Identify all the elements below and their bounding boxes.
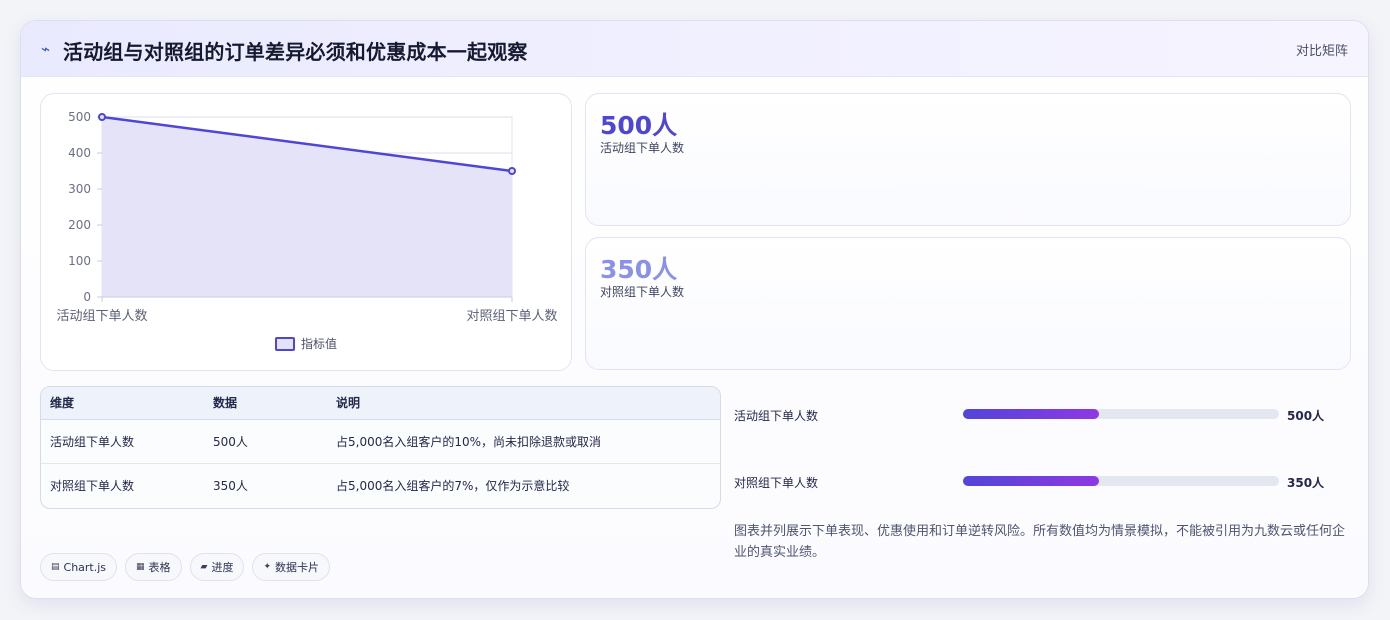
legend-label: 指标值	[301, 337, 338, 351]
tag-chartjs[interactable]: ▤ Chart.js	[40, 553, 118, 581]
stat-value: 500人	[600, 111, 678, 140]
page-title: 活动组与对照组的订单差异必须和优惠成本一起观察	[63, 40, 528, 64]
table-cell: 活动组下单人数	[41, 419, 204, 464]
tag-table[interactable]: ▦ 表格	[125, 553, 182, 581]
comparison-card: ⌁ 活动组与对照组的订单差异必须和优惠成本一起观察 对比矩阵 0 100 200 30…	[20, 20, 1369, 599]
data-table: 维度 数据 说明 活动组下单人数 500人 占5,000名入组客户的10%，尚未…	[40, 386, 721, 509]
table-icon: ▦	[136, 562, 145, 572]
table-cell: 350人	[213, 478, 248, 493]
stat-card-active: 500人 活动组下单人数	[585, 93, 1351, 226]
trend-icon: ⌁	[41, 40, 51, 58]
progress-track	[963, 409, 1279, 419]
progress-row-control: 对照组下单人数 350人	[734, 472, 1354, 492]
chart-panel: 0 100 200 300 400 500 活动组下单人数 对照组下单人数 指标值	[40, 93, 572, 371]
table-cell: 占5,000名入组客户的10%，尚未扣除退款或取消	[327, 419, 720, 464]
progress-label: 对照组下单人数	[734, 476, 819, 490]
stat-value: 350人	[600, 255, 678, 284]
y-tick-label: 0	[83, 290, 91, 304]
data-point	[98, 113, 106, 121]
stat-label: 对照组下单人数	[600, 285, 685, 299]
y-tick-label: 100	[68, 254, 91, 268]
tag-list: ▤ Chart.js ▦ 表格 ▰ 进度 ✦ 数据卡片	[40, 553, 331, 581]
card-header: ⌁ 活动组与对照组的订单差异必须和优惠成本一起观察 对比矩阵	[21, 21, 1368, 77]
area-chart: 0 100 200 300 400 500 活动组下单人数 对照组下单人数	[56, 110, 557, 324]
card-icon: ✦	[263, 562, 272, 572]
table-cell: 500人	[204, 419, 327, 464]
progress-icon: ▰	[200, 562, 208, 572]
progress-value: 500人	[1287, 409, 1325, 423]
stat-label: 活动组下单人数	[600, 141, 685, 155]
stat-card-control: 350人 对照组下单人数	[585, 237, 1351, 370]
table-row: 对照组下单人数 350人 占5,000名入组客户的7%，仅作为示意比较	[41, 463, 720, 507]
progress-label: 活动组下单人数	[734, 409, 819, 423]
progress-value: 350人	[1287, 476, 1325, 490]
column-header: 数据	[204, 387, 327, 420]
table-cell: 占5,000名入组客户的7%，仅作为示意比较	[336, 478, 570, 493]
progress-fill	[963, 476, 1099, 486]
column-header: 说明	[327, 387, 720, 420]
chart-icon: ▤	[51, 562, 60, 572]
column-header: 维度	[41, 387, 204, 420]
tag-data-card[interactable]: ✦ 数据卡片	[252, 553, 331, 581]
tag-label: 表格	[148, 561, 171, 574]
x-tick-label: 对照组下单人数	[466, 309, 557, 324]
y-tick-label: 500	[68, 110, 91, 124]
progress-row-active: 活动组下单人数 500人	[734, 405, 1354, 425]
progress-fill	[963, 409, 1099, 419]
table-header-row: 维度 数据 说明	[41, 387, 720, 420]
table-row: 活动组下单人数 500人 占5,000名入组客户的10%，尚未扣除退款或取消	[41, 419, 720, 464]
legend-swatch	[275, 336, 295, 351]
tag-label: 数据卡片	[275, 561, 320, 574]
tag-label: Chart.js	[63, 560, 107, 574]
matrix-label: 对比矩阵	[1295, 44, 1348, 59]
table-cell: 对照组下单人数	[50, 478, 135, 493]
chart-legend[interactable]: 指标值	[275, 335, 337, 352]
data-point	[508, 167, 516, 175]
tag-label: 进度	[211, 561, 234, 574]
tag-progress[interactable]: ▰ 进度	[189, 553, 245, 581]
x-tick-label: 活动组下单人数	[56, 309, 147, 324]
disclaimer-note: 图表并列展示下单表现、优惠使用和订单逆转风险。所有数值均为情景模拟，不能被引用为…	[734, 524, 1346, 560]
y-tick-label: 400	[68, 146, 91, 160]
y-tick-label: 200	[68, 218, 91, 232]
y-tick-label: 300	[68, 182, 91, 196]
progress-track	[963, 476, 1279, 486]
